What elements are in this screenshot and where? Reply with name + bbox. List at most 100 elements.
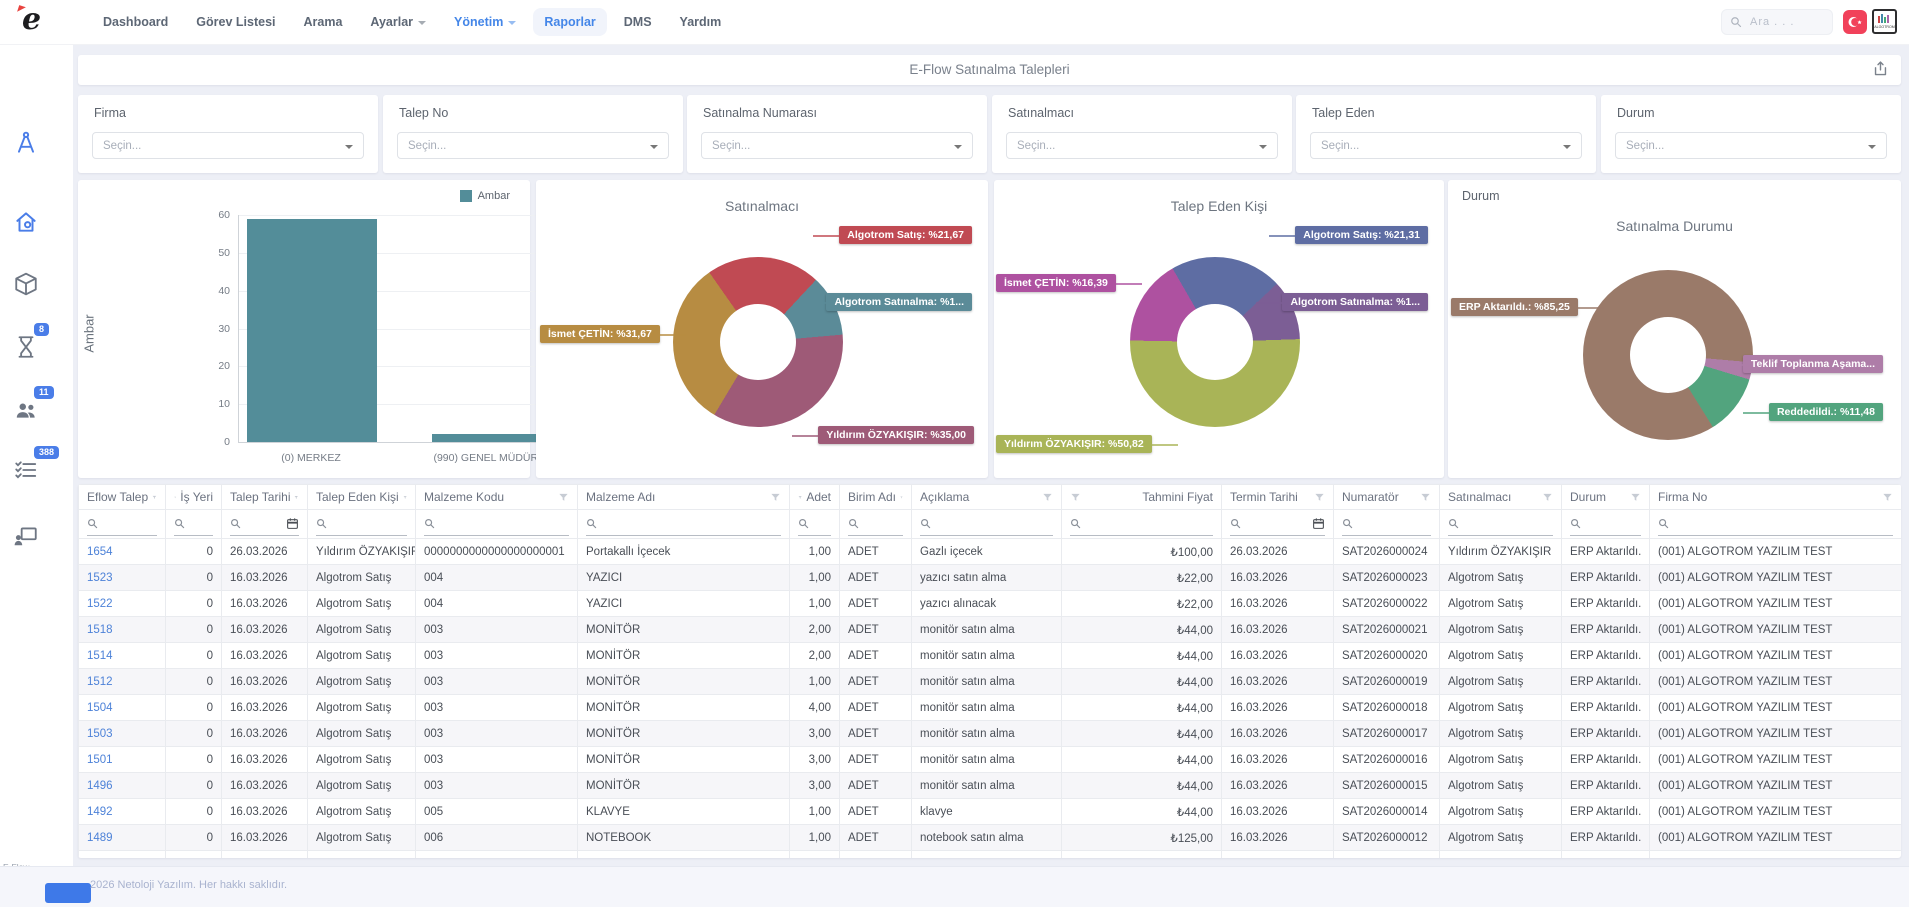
- request-link[interactable]: 1523: [87, 572, 113, 584]
- filter-satinalma-numarasi-select[interactable]: Seçin...: [701, 132, 973, 159]
- sidebar-item-presentation[interactable]: [13, 523, 39, 549]
- user-avatar[interactable]: ALGOTROM: [1872, 9, 1897, 34]
- app-logo[interactable]: e: [16, 4, 54, 40]
- request-link[interactable]: 1512: [87, 676, 113, 688]
- request-link[interactable]: 1501: [87, 754, 113, 766]
- table-row[interactable]: 1496016.03.2026Algotrom Satış003MONİTÖR3…: [79, 773, 1902, 799]
- col-header-termin-tarihi[interactable]: Termin Tarihi: [1222, 485, 1334, 510]
- filter-funnel-icon[interactable]: [403, 492, 407, 503]
- sidebar-item-pending[interactable]: [13, 334, 39, 360]
- table-row[interactable]: 1488016.03.2026Algotrom Satış004YAZICI1,…: [79, 851, 1902, 859]
- calendar-icon[interactable]: [1312, 517, 1325, 530]
- table-row[interactable]: 1504016.03.2026Algotrom Satış003MONİTÖR4…: [79, 695, 1902, 721]
- slice-label[interactable]: İsmet ÇETİN: %16,39: [996, 274, 1116, 292]
- column-search-input[interactable]: [440, 517, 569, 531]
- column-search-box[interactable]: [1342, 513, 1431, 536]
- request-link[interactable]: 1504: [87, 702, 113, 714]
- slice-label[interactable]: Yıldırım ÖZYAKIŞIR: %50,82: [996, 435, 1152, 453]
- column-search-box[interactable]: [1230, 513, 1325, 536]
- request-link[interactable]: 1488: [87, 858, 113, 859]
- nav-item-raporlar[interactable]: Raporlar: [533, 8, 606, 36]
- global-search[interactable]: [1721, 9, 1833, 35]
- table-row[interactable]: 1523016.03.2026Algotrom Satış004YAZICI1,…: [79, 565, 1902, 591]
- filter-funnel-icon[interactable]: [1314, 492, 1325, 503]
- slice-label[interactable]: ERP Aktarıldı.: %85,25: [1451, 298, 1578, 316]
- column-search-input[interactable]: [602, 517, 781, 531]
- column-search-input[interactable]: [332, 517, 407, 531]
- export-button[interactable]: [1872, 60, 1889, 82]
- sidebar-item-inventory[interactable]: [13, 271, 39, 297]
- request-link[interactable]: 1514: [87, 650, 113, 662]
- language-flag-button[interactable]: [1843, 10, 1867, 34]
- request-link[interactable]: 1503: [87, 728, 113, 740]
- chat-widget[interactable]: [45, 883, 91, 903]
- filter-funnel-icon[interactable]: [558, 492, 569, 503]
- table-row[interactable]: 1501016.03.2026Algotrom Satış003MONİTÖR3…: [79, 747, 1902, 773]
- column-search-input[interactable]: [1586, 517, 1641, 531]
- column-search-input[interactable]: [1464, 517, 1553, 531]
- request-link[interactable]: 1522: [87, 598, 113, 610]
- calendar-icon[interactable]: [286, 517, 299, 530]
- sidebar-item-tasks[interactable]: [13, 457, 39, 483]
- nav-item-yonetim[interactable]: Yönetim: [443, 8, 527, 36]
- slice-label[interactable]: Yıldırım ÖZYAKIŞIR: %35,00: [818, 426, 974, 444]
- column-search-input[interactable]: [1674, 517, 1893, 531]
- filter-funnel-icon[interactable]: [1420, 492, 1431, 503]
- column-search-box[interactable]: [1448, 513, 1553, 536]
- column-search-input[interactable]: [1246, 517, 1307, 531]
- column-search-box[interactable]: [920, 513, 1053, 536]
- column-search-input[interactable]: [190, 517, 213, 531]
- table-row[interactable]: 1514016.03.2026Algotrom Satış003MONİTÖR2…: [79, 643, 1902, 669]
- request-link[interactable]: 1496: [87, 780, 113, 792]
- column-search-box[interactable]: [424, 513, 569, 536]
- column-search-box[interactable]: [798, 513, 831, 536]
- column-search-input[interactable]: [103, 517, 157, 531]
- column-search-input[interactable]: [814, 517, 831, 531]
- column-search-input[interactable]: [1086, 517, 1213, 531]
- slice-label[interactable]: İsmet ÇETİN: %31,67: [540, 325, 660, 343]
- col-header-adet[interactable]: Adet: [790, 485, 840, 510]
- request-link[interactable]: 1489: [87, 832, 113, 844]
- table-row[interactable]: 1492016.03.2026Algotrom Satış005KLAVYE1,…: [79, 799, 1902, 825]
- request-link[interactable]: 1654: [87, 546, 113, 558]
- col-header-eflow-talep[interactable]: Eflow Talep: [79, 485, 166, 510]
- column-search-box[interactable]: [848, 513, 903, 536]
- col-header-is-yeri[interactable]: İş Yeri: [166, 485, 222, 510]
- chart-legend[interactable]: Ambar: [460, 190, 510, 202]
- column-search-box[interactable]: [174, 513, 213, 536]
- sidebar-item-design[interactable]: [13, 130, 39, 156]
- slice-label[interactable]: Teklif Toplanma Aşama...: [1743, 355, 1883, 373]
- column-search-input[interactable]: [1358, 517, 1431, 531]
- filter-durum-select[interactable]: Seçin...: [1615, 132, 1887, 159]
- nav-item-dms[interactable]: DMS: [613, 8, 663, 36]
- column-search-box[interactable]: [1570, 513, 1641, 536]
- col-header-firma-no[interactable]: Firma No: [1650, 485, 1902, 510]
- filter-funnel-icon[interactable]: [1882, 492, 1893, 503]
- col-header-birim-adi[interactable]: Birim Adı: [840, 485, 912, 510]
- request-link[interactable]: 1492: [87, 806, 113, 818]
- column-search-box[interactable]: [586, 513, 781, 536]
- filter-satinalmaci-select[interactable]: Seçin...: [1006, 132, 1278, 159]
- col-header-tahmini-fiyat[interactable]: Tahmini Fiyat: [1062, 485, 1222, 510]
- slice-label[interactable]: Reddedildi.: %11,48: [1769, 403, 1883, 421]
- col-header-satinalmaci[interactable]: Satınalmacı: [1440, 485, 1562, 510]
- filter-funnel-icon[interactable]: [294, 492, 299, 503]
- slice-label[interactable]: Algotrom Satınalma: %1...: [1282, 293, 1428, 311]
- nav-item-dashboard[interactable]: Dashboard: [92, 8, 179, 36]
- filter-talep-no-select[interactable]: Seçin...: [397, 132, 669, 159]
- column-search-box[interactable]: [87, 513, 157, 536]
- nav-item-ayarlar[interactable]: Ayarlar: [359, 8, 437, 36]
- filter-funnel-icon[interactable]: [770, 492, 781, 503]
- col-header-numarator[interactable]: Numaratör: [1334, 485, 1440, 510]
- table-row[interactable]: 1522016.03.2026Algotrom Satış004YAZICI1,…: [79, 591, 1902, 617]
- column-search-box[interactable]: [1658, 513, 1893, 536]
- table-row[interactable]: 1518016.03.2026Algotrom Satış003MONİTÖR2…: [79, 617, 1902, 643]
- column-search-box[interactable]: [230, 513, 299, 536]
- col-header-malzeme-adi[interactable]: Malzeme Adı: [578, 485, 790, 510]
- sidebar-item-people[interactable]: [13, 397, 39, 423]
- col-header-malzeme-kodu[interactable]: Malzeme Kodu: [416, 485, 578, 510]
- filter-funnel-icon[interactable]: [152, 492, 157, 503]
- col-header-talep-tarihi[interactable]: Talep Tarihi: [222, 485, 308, 510]
- column-search-box[interactable]: [1070, 513, 1213, 536]
- table-row[interactable]: 1654026.03.2026Yıldırım ÖZYAKIŞIR0000000…: [79, 539, 1902, 565]
